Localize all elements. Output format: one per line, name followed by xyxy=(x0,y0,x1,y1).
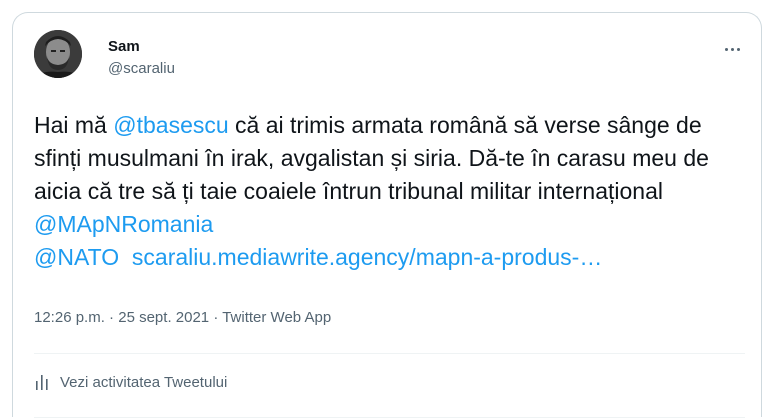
more-horizontal-icon[interactable] xyxy=(717,39,747,59)
url-link[interactable]: scaraliu.mediawrite.agency/mapn-a-produs… xyxy=(132,244,602,270)
user-avatar-icon xyxy=(34,30,82,78)
tweet-date[interactable]: 25 sept. 2021 xyxy=(118,309,209,326)
view-activity-label: Vezi activitatea Tweetului xyxy=(60,373,228,391)
author-name[interactable]: Sam xyxy=(108,38,140,55)
mention-link[interactable]: @tbasescu xyxy=(113,112,228,138)
tweet-time[interactable]: 12:26 p.m. xyxy=(34,309,105,326)
view-activity-button[interactable]: Vezi activitatea Tweetului xyxy=(34,373,227,391)
author-handle[interactable]: @scaraliu xyxy=(108,60,175,77)
meta-separator: · xyxy=(209,309,223,326)
analytics-icon xyxy=(36,375,48,390)
mention-link[interactable]: @NATO xyxy=(34,244,119,270)
tweet-text: Hai mă @tbasescu că ai trimis armata rom… xyxy=(34,109,749,274)
divider xyxy=(34,353,745,354)
tweet-text-segment: Hai mă xyxy=(34,112,114,138)
meta-separator: · xyxy=(104,309,119,326)
avatar[interactable] xyxy=(34,30,82,78)
tweet-source: Twitter Web App xyxy=(222,309,332,326)
tweet-meta: 12:26 p.m. · 25 sept. 2021 · Twitter Web… xyxy=(34,309,331,326)
tweet-card: Sam @scaraliu Hai mă @tbasescu că ai tri… xyxy=(12,12,762,418)
mention-link[interactable]: @MApNRomania xyxy=(34,211,213,237)
